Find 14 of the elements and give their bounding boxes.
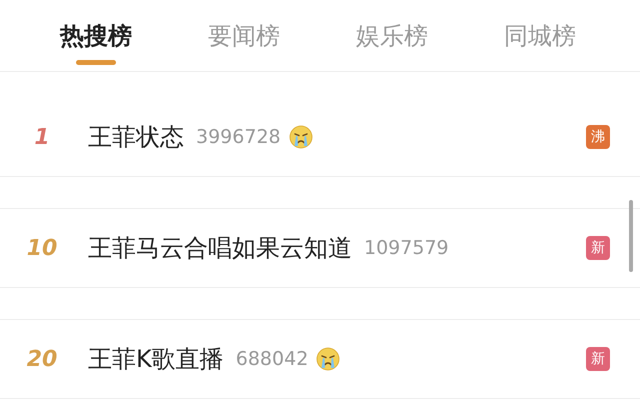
status-badge: 新 xyxy=(586,347,610,371)
topic-title[interactable]: 王菲K歌直播 xyxy=(88,343,224,375)
status-badge: 新 xyxy=(586,236,610,260)
tab[interactable]: 热搜榜 xyxy=(22,0,170,71)
status-badge: 沸 xyxy=(586,125,610,149)
rank-number: 10 xyxy=(26,236,58,260)
topic-title[interactable]: 王菲马云合唱如果云知道 xyxy=(88,232,352,264)
rank-number: 1 xyxy=(33,124,51,150)
scrollbar[interactable] xyxy=(629,200,633,272)
hot-count: 688042 xyxy=(236,348,308,370)
hot-count: 1097579 xyxy=(364,237,449,259)
hot-count: 3996728 xyxy=(196,126,281,148)
rank-number: 20 xyxy=(26,346,58,372)
topic-title[interactable]: 王菲状态 xyxy=(88,121,184,153)
